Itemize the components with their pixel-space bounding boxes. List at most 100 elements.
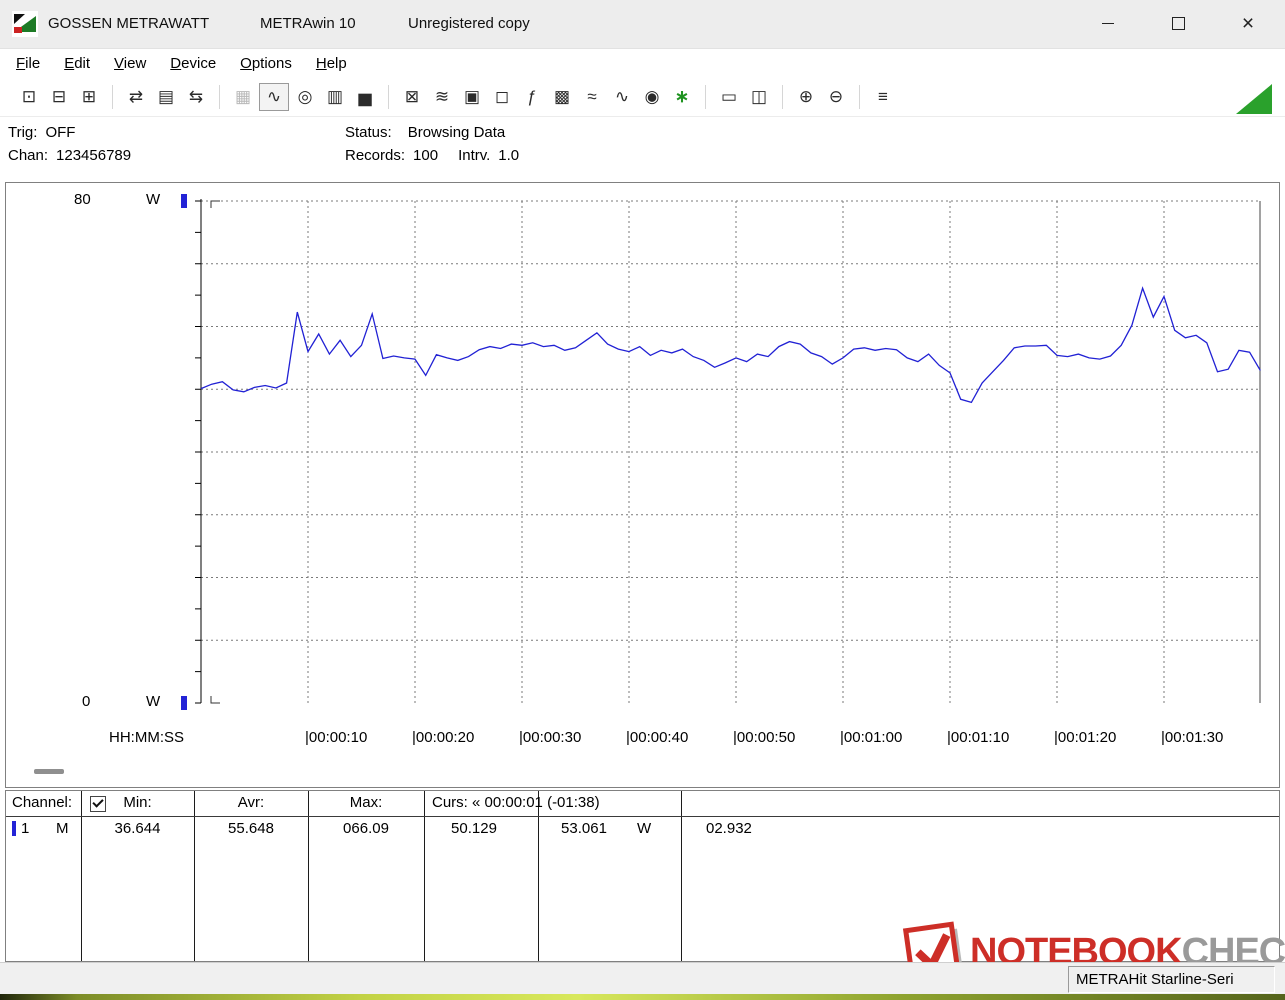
read-device-icon[interactable]: ⇄ [122,84,150,110]
x-tick-label: |00:00:30 [519,729,581,746]
trigger-config-icon[interactable]: ⊠ [398,84,426,110]
menu-file[interactable]: File [4,55,52,72]
xy-chart-view-icon[interactable]: ◎ [291,84,319,110]
maximize-button[interactable] [1149,0,1207,47]
chart-panel: 80 W 0 W HH:MM:SS |00:00:10 |00:00:20 |00:… [5,182,1280,788]
envelope-icon[interactable]: ∿ [608,84,636,110]
y-axis-max-label: 80 [74,191,91,208]
menu-bar: FileEditViewDeviceOptionsHelp [0,49,1285,78]
x-tick-label: |00:00:50 [733,729,795,746]
print-icon[interactable]: ▭ [715,84,743,110]
toolbar-separator [388,85,389,109]
maximize-icon [1172,17,1185,30]
title-license-status: Unregistered copy [408,0,530,48]
online-mode-icon[interactable]: ∗ [668,84,696,110]
avr-value: 55.648 [194,820,308,837]
title-bar: GOSSEN METRAWATT METRAwin 10 Unregistere… [0,0,1285,49]
toolbar-separator [705,85,706,109]
column-header-avr: Avr: [194,794,308,811]
channel1-color-marker [12,821,16,836]
taskbar-edge-strip [0,994,1285,1000]
max-value: 066.09 [308,820,424,837]
channel1-range-marker-bottom [181,696,187,710]
open-file-icon[interactable]: ⊡ [15,84,43,110]
records-value: 100 [413,147,438,164]
zoom-in-icon[interactable]: ⊕ [792,84,820,110]
browse-status: Status: Browsing Data [345,124,505,141]
column-header-cursor: Curs: « 00:00:01 (-01:38) [432,794,600,811]
y-axis-min-label: 0 [82,693,90,710]
x-tick-label: |00:01:10 [947,729,1009,746]
minimize-icon [1102,23,1114,25]
menu-options[interactable]: Options [228,55,304,72]
column-header-max: Max: [308,794,424,811]
menu-help[interactable]: Help [304,55,359,72]
min-value: 36.644 [81,820,194,837]
memory-card-icon[interactable]: ▤ [152,84,180,110]
menu-edit[interactable]: Edit [52,55,102,72]
status-label: Status: [345,124,392,141]
close-button[interactable]: × [1219,0,1277,47]
open-folder-icon[interactable]: ⊞ [75,84,103,110]
column-header-channel: Channel: [12,794,72,811]
formula-icon[interactable]: ƒ [518,84,546,110]
gridlines [201,201,1260,703]
trigger-value: OFF [45,124,75,141]
interval-value: 1.0 [498,147,519,164]
channel-config-icon[interactable]: ≋ [428,84,456,110]
x-tick-label: |00:01:30 [1161,729,1223,746]
connection-indicator-icon [1236,84,1272,114]
scale-config-icon[interactable]: ▣ [458,84,486,110]
statistics-view-icon[interactable]: ▅ [351,84,379,110]
horizontal-scrollbar-thumb[interactable] [34,769,64,774]
table-header-divider [6,816,1279,817]
cursor1-value: 50.129 [424,820,524,837]
monitor-icon[interactable]: ◻ [488,84,516,110]
display-config-icon[interactable]: ▩ [548,84,576,110]
x-axis-format-label: HH:MM:SS [109,729,184,746]
close-icon: × [1242,12,1254,36]
toolbar-separator [782,85,783,109]
records-label: Records: [345,147,405,164]
y-axis-unit-bottom: W [146,693,160,710]
print-preview-icon[interactable]: ◫ [745,84,773,110]
x-tick-label: |00:00:40 [626,729,688,746]
cursor2-value: 53.061 [538,820,630,837]
toolbar: ⊡⊟⊞⇄▤⇆▦∿◎▥▅⊠≋▣◻ƒ▩≈∿◉∗▭◫⊕⊖≡ [0,78,1285,117]
status-bar: METRAHit Starline-Seri [0,962,1285,995]
status-value: Browsing Data [408,124,506,141]
menu-device[interactable]: Device [158,55,228,72]
digital-display-view-icon: ▦ [229,84,257,110]
power-line-series [201,288,1260,402]
channel-value: 123456789 [56,147,131,164]
channel-number-value: 1 [21,820,29,837]
trigger-status: Trig: OFF [8,124,75,141]
x-tick-label: |00:01:20 [1054,729,1116,746]
channel-label: Chan: [8,147,48,164]
min-max-icon[interactable]: ≈ [578,84,606,110]
table-view-icon[interactable]: ▥ [321,84,349,110]
toolbar-separator [112,85,113,109]
zoom-out-icon[interactable]: ⊖ [822,84,850,110]
annotation-icon[interactable]: ≡ [869,84,897,110]
send-device-icon[interactable]: ⇆ [182,84,210,110]
channel-status: Chan: 123456789 [8,147,131,164]
toolbar-separator [219,85,220,109]
marker-icon[interactable]: ◉ [638,84,666,110]
save-file-icon[interactable]: ⊟ [45,84,73,110]
channel1-range-marker-top [181,194,187,208]
menu-view[interactable]: View [102,55,158,72]
title-product-name: METRAwin 10 [260,0,356,48]
metrawin-window: GOSSEN METRAWATT METRAwin 10 Unregistere… [0,0,1285,1000]
y-axis-unit-top: W [146,191,160,208]
chart-plot[interactable] [194,185,1264,719]
yt-chart-view-icon[interactable]: ∿ [259,83,289,111]
status-panel: Trig: OFF Chan: 123456789 Status: Browsi… [0,117,1285,181]
x-tick-label: |00:00:10 [305,729,367,746]
minimize-button[interactable] [1079,0,1137,47]
records-status: Records: 100 Intrv. 1.0 [345,147,519,164]
cursor-unit: W [637,820,651,837]
x-tick-label: |00:00:20 [412,729,474,746]
cursor-delta-value: 02.932 [706,820,752,837]
channel-mode-value: M [56,820,69,837]
